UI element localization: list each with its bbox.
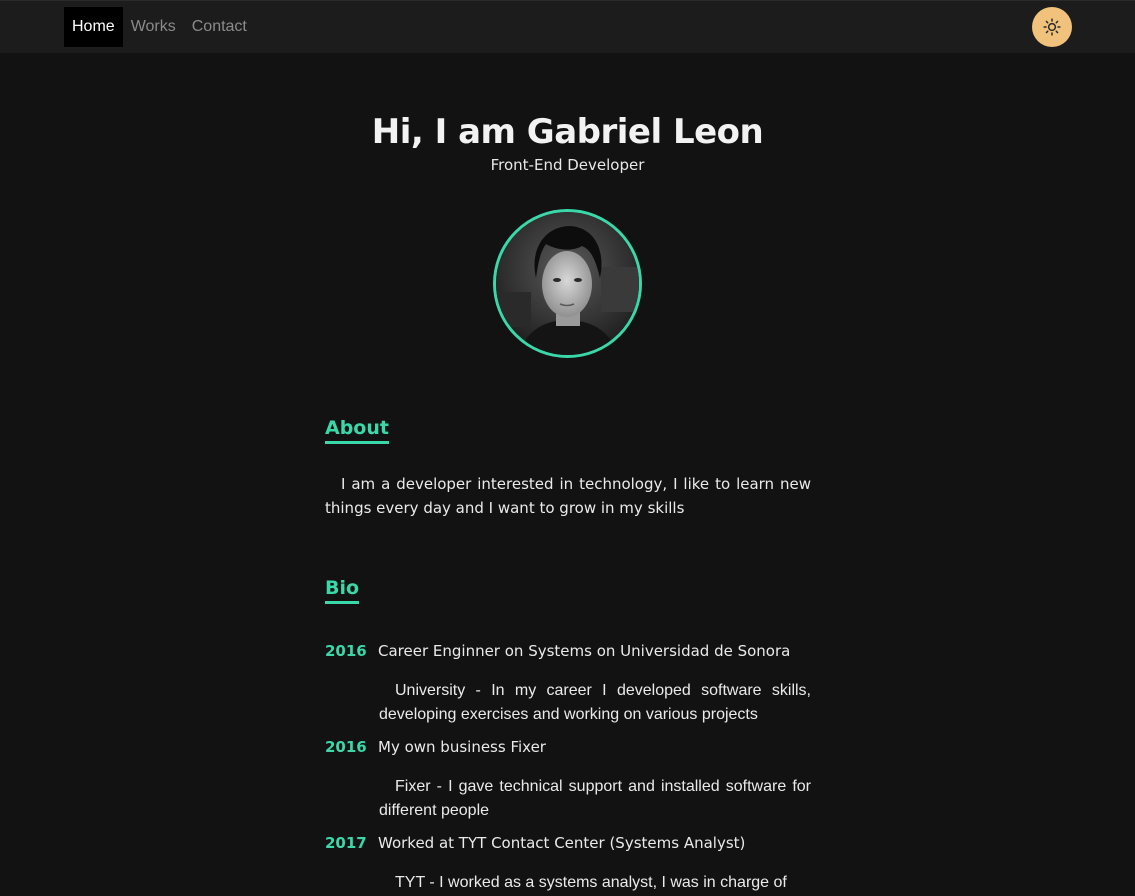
bio-title: My own business Fixer: [378, 738, 546, 756]
nav-links: Home Works Contact: [64, 7, 255, 47]
bio-title: Worked at TYT Contact Center (Systems An…: [378, 834, 746, 852]
about-text: I am a developer interested in technolog…: [325, 475, 811, 517]
theme-toggle-button[interactable]: [1032, 7, 1072, 47]
bio-year: 2017: [325, 834, 367, 852]
bio-year: 2016: [325, 738, 367, 756]
avatar-image: [496, 212, 639, 355]
bio-title: Career Enginner on Systems on Universida…: [378, 642, 791, 660]
page-subtitle: Front-End Developer: [490, 156, 645, 174]
sun-icon: [1043, 18, 1061, 36]
bio-description: Fixer - I gave technical support and ins…: [379, 778, 811, 819]
nav-home-link[interactable]: Home: [64, 7, 123, 47]
nav-contact-link[interactable]: Contact: [184, 7, 255, 47]
about-heading: About: [325, 417, 389, 444]
navbar: Home Works Contact: [0, 0, 1135, 53]
bio-description: TYT - I worked as a systems analyst, I w…: [395, 874, 787, 891]
avatar: [493, 209, 642, 358]
nav-works-link[interactable]: Works: [123, 7, 184, 47]
page-title: Hi, I am Gabriel Leon: [371, 112, 764, 152]
bio-description: University - In my career I developed so…: [379, 682, 811, 723]
bio-year: 2016: [325, 642, 367, 660]
bio-heading: Bio: [325, 577, 360, 604]
